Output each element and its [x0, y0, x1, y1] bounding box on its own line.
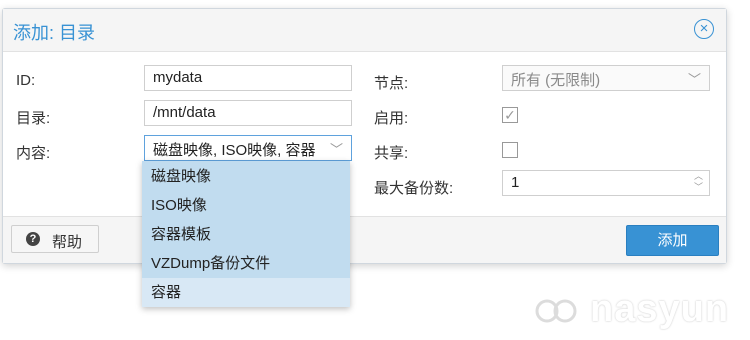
add-button[interactable]: 添加	[626, 225, 719, 256]
spinner-icon[interactable]: ︿ ﹀	[694, 171, 703, 193]
node-select-value: 所有 (无限制)	[511, 72, 601, 89]
content-label: 内容:	[16, 145, 51, 162]
dropdown-option[interactable]: ISO映像	[142, 191, 350, 220]
node-select[interactable]: 所有 (无限制) ﹀	[502, 65, 710, 91]
dialog-footer: ? 帮助 添加	[3, 216, 726, 263]
dialog-titlebar: 添加: 目录 ×	[3, 9, 726, 52]
id-input[interactable]: mydata	[144, 65, 352, 91]
dropdown-option[interactable]: VZDump备份文件	[142, 249, 350, 278]
id-label: ID:	[16, 72, 36, 89]
content-select[interactable]: 磁盘映像, ISO映像, 容器 ﹀	[144, 135, 352, 161]
max-backups-label: 最大备份数:	[374, 180, 454, 197]
max-backups-input[interactable]: 1 ︿ ﹀	[502, 170, 710, 196]
dropdown-option[interactable]: 磁盘映像	[142, 162, 350, 191]
content-select-value: 磁盘映像, ISO映像, 容器	[153, 142, 316, 159]
help-button-label: 帮助	[52, 234, 83, 251]
help-button[interactable]: ? 帮助	[11, 225, 99, 253]
watermark-text: nasyun	[590, 288, 730, 330]
directory-input[interactable]: /mnt/data	[144, 100, 352, 126]
shared-label: 共享:	[374, 145, 409, 162]
add-directory-dialog: 添加: 目录 × ID: mydata 目录: /mnt/data 内容: 磁盘…	[2, 8, 727, 264]
chevron-down-icon[interactable]: ﹀	[330, 139, 343, 158]
enable-label: 启用:	[374, 110, 409, 127]
chevron-down-icon[interactable]: ﹀	[688, 69, 701, 88]
content-dropdown-list: 磁盘映像 ISO映像 容器模板 VZDump备份文件 容器	[142, 161, 350, 307]
question-icon: ?	[26, 232, 40, 246]
directory-label: 目录:	[16, 110, 51, 127]
shared-checkbox[interactable]	[502, 142, 518, 158]
dropdown-option[interactable]: 容器模板	[142, 220, 350, 249]
max-backups-value: 1	[511, 174, 520, 191]
enable-checkbox[interactable]: ✓	[502, 107, 518, 123]
node-label: 节点:	[374, 75, 409, 92]
dropdown-option[interactable]: 容器	[142, 278, 350, 307]
close-icon[interactable]: ×	[694, 19, 714, 39]
dialog-title: 添加: 目录	[13, 23, 96, 43]
nasyun-logo	[535, 299, 577, 323]
